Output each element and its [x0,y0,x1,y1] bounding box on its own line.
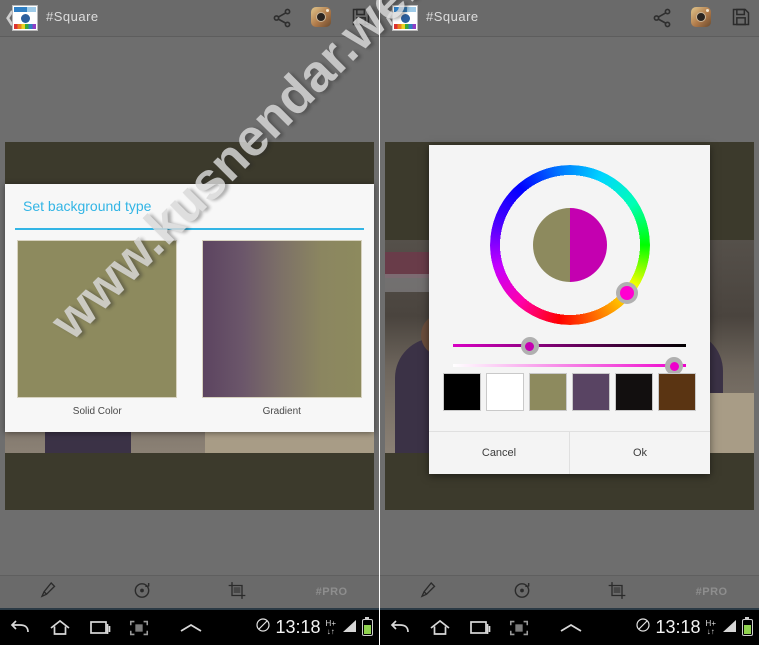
hue-wheel-knob-fill [619,286,634,301]
save-icon[interactable] [731,7,753,29]
color-preview [532,208,607,282]
page-title: #Square [426,9,479,24]
background-options: Solid Color Gradient [5,240,374,417]
home-icon[interactable] [48,618,72,638]
app-logo-icon[interactable] [392,5,418,31]
back-icon[interactable] [388,618,412,638]
screenshot-icon[interactable] [508,618,530,638]
set-background-type-dialog: Set background type Solid Color Gradient [5,184,374,432]
value-slider-knob-fill [525,341,535,351]
color-swatch[interactable] [658,373,696,411]
app-bar-actions [651,0,753,36]
page-title: #Square [46,9,99,24]
hue-wheel-knob[interactable] [615,282,638,305]
value-slider-track [453,344,686,347]
battery-icon [742,616,753,636]
instagram-icon[interactable] [311,7,333,29]
saturation-slider-knob-fill [669,361,679,371]
chevron-left-icon[interactable]: ❮ [384,10,397,25]
mute-icon [255,617,271,638]
mute-icon [635,617,651,638]
cancel-button[interactable]: Cancel [429,432,570,474]
color-preview-old [532,208,570,282]
chevron-left-icon[interactable]: ❮ [4,10,17,25]
instagram-icon[interactable] [691,7,713,29]
app-bar: ❮ #Square [0,0,379,37]
color-swatches [443,373,696,411]
status-area: 13:18 H+ ↓↑ [635,610,753,645]
status-clock: 13:18 [655,617,701,637]
crop-icon[interactable] [190,576,285,608]
battery-icon [362,616,373,636]
app-bar-actions [271,0,373,36]
pro-label[interactable]: #PRO [664,576,759,608]
eyedropper-icon[interactable] [380,576,475,608]
share-icon[interactable] [271,7,293,29]
save-icon[interactable] [351,7,373,29]
signal-icon [341,618,357,638]
gradient-preview[interactable] [201,240,362,398]
app-logo-bottom-bar [394,24,416,29]
option-label: Solid Color [72,406,122,417]
data-arrows-label: ↓↑ [326,626,335,636]
value-slider-knob[interactable] [520,337,539,355]
rotate-icon[interactable] [95,576,190,608]
chevron-up-icon[interactable] [178,621,204,639]
option-label: Gradient [262,406,301,417]
bottom-toolbar: #PRO [0,575,379,610]
color-swatch[interactable] [615,373,653,411]
android-nav-bar: 13:18 H+ ↓↑ [380,610,759,645]
pro-label[interactable]: #PRO [284,576,379,608]
option-gradient[interactable]: Gradient [190,240,375,417]
signal-icon [721,618,737,638]
color-swatch[interactable] [572,373,610,411]
screenshot-icon[interactable] [128,618,150,638]
color-swatch[interactable] [486,373,524,411]
dialog-title: Set background type [23,198,152,214]
app-logo-top-bar [14,7,36,12]
solid-color-preview[interactable] [17,240,178,398]
crop-icon[interactable] [570,576,665,608]
android-nav-buttons [388,610,530,645]
option-solid-color[interactable]: Solid Color [5,240,190,417]
data-arrows-label: ↓↑ [706,626,715,636]
share-icon[interactable] [651,7,673,29]
right-screen: ❮ #Square Cancel Ok #PRO 13:18 H+ ↓↑ [380,0,759,645]
android-nav-bar: 13:18 H+ ↓↑ [0,610,379,645]
rotate-icon[interactable] [475,576,570,608]
app-logo-dot [401,14,410,23]
color-picker-dialog: Cancel Ok [429,145,710,474]
app-bar: ❮ #Square [380,0,759,37]
dialog-title-rule [15,228,364,230]
recents-icon[interactable] [88,618,112,638]
ok-button[interactable]: Ok [570,432,710,474]
back-icon[interactable] [8,618,32,638]
saturation-slider-track [453,364,686,367]
screen-divider [379,0,380,645]
hue-wheel[interactable] [489,165,650,325]
recents-icon[interactable] [468,618,492,638]
value-slider[interactable] [453,337,686,355]
android-nav-buttons [8,610,150,645]
bottom-toolbar: #PRO [380,575,759,610]
app-logo-bottom-bar [14,24,36,29]
status-area: 13:18 H+ ↓↑ [255,610,373,645]
left-screen: ❮ #Square Set background type Solid Colo… [0,0,379,645]
color-preview-new [569,208,607,282]
app-logo-top-bar [394,7,416,12]
home-icon[interactable] [428,618,452,638]
status-clock: 13:18 [275,617,321,637]
color-swatch[interactable] [529,373,567,411]
chevron-up-icon[interactable] [558,621,584,639]
color-swatch[interactable] [443,373,481,411]
app-logo-icon[interactable] [12,5,38,31]
eyedropper-icon[interactable] [0,576,95,608]
color-picker-buttons: Cancel Ok [429,431,710,474]
app-logo-dot [21,14,30,23]
